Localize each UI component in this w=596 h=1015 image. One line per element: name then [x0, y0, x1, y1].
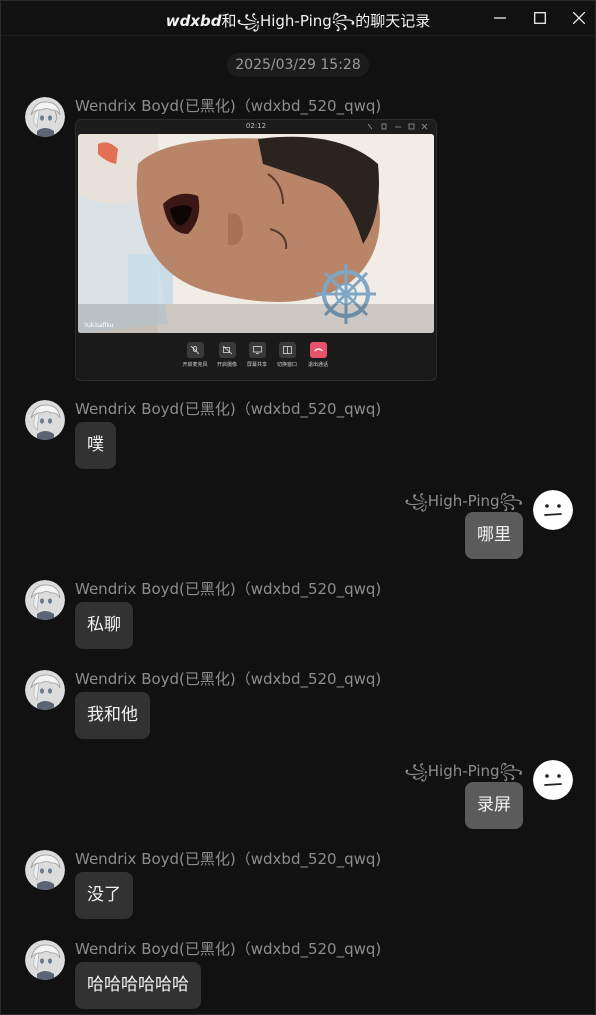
camera-off-icon [222, 346, 232, 354]
anime-avatar-icon [25, 97, 65, 137]
call-screenshot-image[interactable]: 02:12 Yukisafiku 开启麦克风 开启摄像 屏幕共享 切换窗口 退出… [75, 119, 437, 381]
title-conjunction: 和 [221, 12, 237, 30]
avatar-highping[interactable] [533, 490, 573, 530]
chat-history-window: wdxbd和꧁High-Ping꧂的聊天记录 2025/03/29 15:28 [0, 0, 596, 1015]
close-icon [573, 12, 585, 24]
mic-control: 开启麦克风 [180, 342, 210, 368]
timestamp: 2025/03/29 15:28 [227, 53, 369, 77]
screenshot-titlebar: 02:12 [76, 120, 436, 134]
title-user-a: wdxbd [165, 12, 222, 30]
switch-window-control: 切换窗口 [272, 342, 302, 368]
sender-name: Wendrix Boyd(已黑化)（wdxbd_520_qwq) [75, 670, 382, 688]
screen-share-icon [252, 346, 262, 354]
sender-name: Wendrix Boyd(已黑化)（wdxbd_520_qwq) [75, 850, 382, 868]
sender-name: Wendrix Boyd(已黑化)（wdxbd_520_qwq) [75, 580, 382, 598]
share-screen-control: 屏幕共享 [242, 342, 272, 368]
anime-avatar-icon [25, 400, 65, 440]
neutral-face-icon [533, 760, 573, 800]
sender-name: Wendrix Boyd(已黑化)（wdxbd_520_qwq) [75, 940, 382, 958]
avatar-wendrix[interactable] [25, 97, 65, 137]
sender-name: Wendrix Boyd(已黑化)（wdxbd_520_qwq) [75, 97, 382, 115]
message-bubble[interactable]: 私聊 [75, 602, 133, 649]
call-controls: 开启麦克风 开启摄像 屏幕共享 切换窗口 退出通话 [76, 342, 436, 372]
maximize-icon [534, 12, 546, 24]
avatar-wendrix[interactable] [25, 670, 65, 710]
close-button[interactable] [566, 5, 592, 31]
avatar-wendrix[interactable] [25, 850, 65, 890]
message-bubble[interactable]: 哈哈哈哈哈哈 [75, 962, 201, 1009]
maximize-button[interactable] [527, 5, 553, 31]
neutral-face-icon [533, 490, 573, 530]
avatar-wendrix[interactable] [25, 400, 65, 440]
title-suffix: 的聊天记录 [355, 12, 431, 30]
avatar-highping[interactable] [533, 760, 573, 800]
hangup-control: 退出通话 [303, 342, 333, 368]
screenshot-window-icons [367, 123, 428, 130]
anime-avatar-icon [25, 940, 65, 980]
video-frame: Yukisafiku [78, 134, 434, 333]
anime-avatar-icon [25, 670, 65, 710]
title-user-b: ꧁High-Ping꧂ [236, 12, 356, 30]
split-window-icon [282, 346, 292, 354]
message-bubble[interactable]: 录屏 [465, 782, 523, 829]
message-bubble[interactable]: 我和他 [75, 692, 150, 739]
sender-name: Wendrix Boyd(已黑化)（wdxbd_520_qwq) [75, 400, 382, 418]
mic-off-icon [191, 346, 199, 354]
anime-avatar-icon [25, 580, 65, 620]
video-face-photo [78, 134, 434, 333]
minimize-icon [494, 17, 506, 19]
caller-name: Yukisafiku [84, 322, 114, 329]
minimize-button[interactable] [487, 5, 513, 31]
hangup-icon [313, 348, 323, 352]
timestamp-row: 2025/03/29 15:28 [1, 53, 595, 77]
avatar-wendrix[interactable] [25, 580, 65, 620]
avatar-wendrix[interactable] [25, 940, 65, 980]
camera-control: 开启摄像 [212, 342, 242, 368]
message-bubble[interactable]: 没了 [75, 872, 133, 919]
anime-avatar-icon [25, 850, 65, 890]
title-bar: wdxbd和꧁High-Ping꧂的聊天记录 [1, 1, 595, 36]
message-bubble[interactable]: 哪里 [465, 512, 523, 559]
message-bubble[interactable]: 噗 [75, 422, 116, 469]
